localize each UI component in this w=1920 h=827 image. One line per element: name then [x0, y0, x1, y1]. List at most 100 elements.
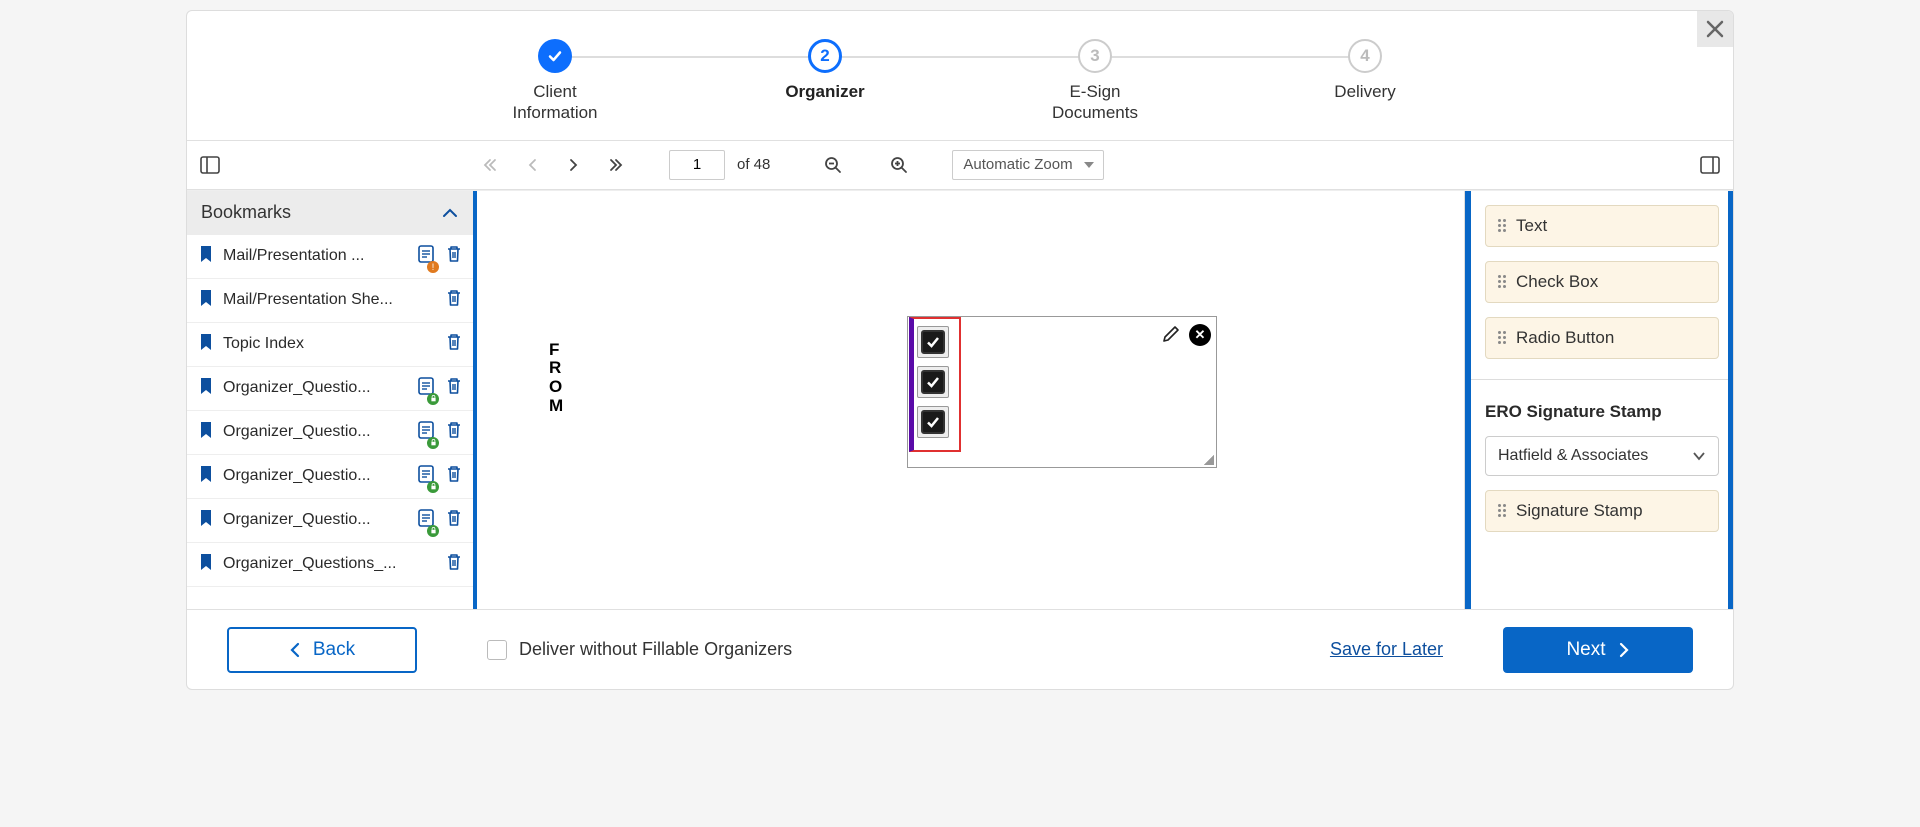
delete-bookmark-button[interactable]: [445, 552, 463, 577]
lock-badge-icon: [427, 437, 439, 449]
field-radio[interactable]: Radio Button: [1485, 317, 1719, 359]
field-label: Signature Stamp: [1516, 501, 1643, 521]
next-page-button[interactable]: [557, 148, 591, 182]
pdf-toolbar: of 48 Automatic Zoom: [187, 140, 1733, 190]
progress-stepper: ClientInformation 2 Organizer 3 E-SignDo…: [187, 11, 1733, 140]
save-for-later-link[interactable]: Save for Later: [1330, 639, 1443, 660]
bookmark-item[interactable]: Organizer_Questio...: [187, 455, 473, 499]
step-label: E-SignDocuments: [1052, 81, 1138, 124]
ero-stamp-title: ERO Signature Stamp: [1485, 402, 1719, 422]
step-client-information[interactable]: ClientInformation: [475, 39, 635, 124]
zoom-in-button[interactable]: [882, 148, 916, 182]
document-viewer[interactable]: FROM ✕: [477, 191, 1465, 610]
document-status-icon[interactable]: [417, 420, 435, 445]
bookmark-item[interactable]: Topic Index: [187, 323, 473, 367]
first-page-button[interactable]: [473, 148, 507, 182]
next-button[interactable]: Next: [1503, 627, 1693, 673]
document-status-icon[interactable]: [417, 464, 435, 489]
page-number-input[interactable]: [669, 150, 725, 180]
step-label: Organizer: [785, 81, 864, 102]
bookmark-label: Organizer_Questio...: [223, 511, 407, 529]
content-area: Bookmarks Mail/Presentation ...!Mail/Pre…: [187, 190, 1733, 610]
page-count-label: of 48: [737, 156, 770, 173]
zoom-in-icon: [890, 156, 908, 174]
lock-badge-icon: [427, 525, 439, 537]
document-status-icon[interactable]: [417, 376, 435, 401]
ero-stamp-select[interactable]: Hatfield & Associates: [1485, 436, 1719, 476]
bookmark-icon: [199, 289, 213, 312]
bookmark-item[interactable]: Mail/Presentation She...: [187, 279, 473, 323]
bookmark-icon: [199, 245, 213, 268]
toggle-right-panel-button[interactable]: [1693, 148, 1727, 182]
delete-bookmark-button[interactable]: [445, 288, 463, 313]
signature-stamp-button[interactable]: Signature Stamp: [1485, 490, 1719, 532]
prev-page-button[interactable]: [515, 148, 549, 182]
bookmark-label: Organizer_Questio...: [223, 467, 407, 485]
chevron-right-icon: [1618, 641, 1630, 659]
modal-footer: Back Deliver without Fillable Organizers…: [187, 609, 1733, 689]
x-icon: ✕: [1195, 327, 1206, 343]
chevrons-right-icon: [608, 157, 624, 173]
step-delivery[interactable]: 4 Delivery: [1285, 39, 1445, 102]
deliver-label: Deliver without Fillable Organizers: [519, 639, 792, 660]
bookmark-item[interactable]: Organizer_Questio...: [187, 499, 473, 543]
check-icon: [925, 374, 941, 390]
delete-bookmark-button[interactable]: [445, 464, 463, 489]
drag-handle-icon: [1498, 275, 1506, 288]
bookmark-item[interactable]: Organizer_Questio...: [187, 411, 473, 455]
ero-stamp-selected: Hatfield & Associates: [1498, 447, 1648, 465]
bookmark-label: Mail/Presentation She...: [223, 291, 435, 309]
zoom-out-icon: [824, 156, 842, 174]
bookmark-label: Mail/Presentation ...: [223, 247, 407, 265]
back-button[interactable]: Back: [227, 627, 417, 673]
chevron-up-icon: [441, 207, 459, 219]
check-icon: [547, 48, 563, 64]
checkbox-field-2[interactable]: [921, 370, 945, 394]
delete-bookmark-button[interactable]: [445, 332, 463, 357]
delete-bookmark-button[interactable]: [445, 420, 463, 445]
zoom-select[interactable]: Automatic Zoom: [952, 150, 1104, 180]
bookmark-icon: [199, 553, 213, 576]
panel-right-icon: [1700, 156, 1720, 174]
checkbox-field-1[interactable]: [921, 330, 945, 354]
zoom-out-button[interactable]: [816, 148, 850, 182]
toggle-left-panel-button[interactable]: [193, 148, 227, 182]
edit-field-button[interactable]: [1161, 324, 1181, 349]
bookmark-icon: [199, 377, 213, 400]
bookmark-item[interactable]: Organizer_Questio...: [187, 367, 473, 411]
field-text[interactable]: Text: [1485, 205, 1719, 247]
field-checkbox[interactable]: Check Box: [1485, 261, 1719, 303]
pencil-icon: [1161, 324, 1181, 344]
lock-badge-icon: [427, 481, 439, 493]
step-organizer[interactable]: 2 Organizer: [745, 39, 905, 102]
last-page-button[interactable]: [599, 148, 633, 182]
bookmarks-panel: Bookmarks Mail/Presentation ...!Mail/Pre…: [187, 191, 477, 610]
document-status-icon[interactable]: [417, 508, 435, 533]
chevrons-left-icon: [482, 157, 498, 173]
bookmark-icon: [199, 509, 213, 532]
delete-bookmark-button[interactable]: [445, 508, 463, 533]
checkbox-icon: [487, 640, 507, 660]
step-esign-documents[interactable]: 3 E-SignDocuments: [1015, 39, 1175, 124]
checkbox-field-3[interactable]: [921, 410, 945, 434]
bookmarks-title: Bookmarks: [201, 202, 291, 223]
drag-handle-icon: [1498, 504, 1506, 517]
bookmark-label: Organizer_Questio...: [223, 379, 407, 397]
document-status-icon[interactable]: !: [417, 244, 435, 269]
bookmarks-header[interactable]: Bookmarks: [187, 191, 473, 235]
from-label: FROM: [549, 341, 564, 416]
bookmark-label: Organizer_Questio...: [223, 423, 407, 441]
form-fields-panel: Text Check Box Radio Button ERO Signatur…: [1465, 191, 1733, 610]
field-label: Text: [1516, 216, 1547, 236]
deliver-without-fillable-checkbox[interactable]: Deliver without Fillable Organizers: [487, 639, 792, 660]
bookmark-item[interactable]: Mail/Presentation ...!: [187, 235, 473, 279]
drag-handle-icon: [1498, 219, 1506, 232]
alert-badge-icon: !: [427, 261, 439, 273]
bookmark-item[interactable]: Organizer_Questions_...: [187, 543, 473, 587]
chevron-left-icon: [289, 641, 301, 659]
field-label: Radio Button: [1516, 328, 1614, 348]
delete-bookmark-button[interactable]: [445, 376, 463, 401]
bookmark-icon: [199, 421, 213, 444]
delete-bookmark-button[interactable]: [445, 244, 463, 269]
delete-field-button[interactable]: ✕: [1189, 324, 1211, 346]
